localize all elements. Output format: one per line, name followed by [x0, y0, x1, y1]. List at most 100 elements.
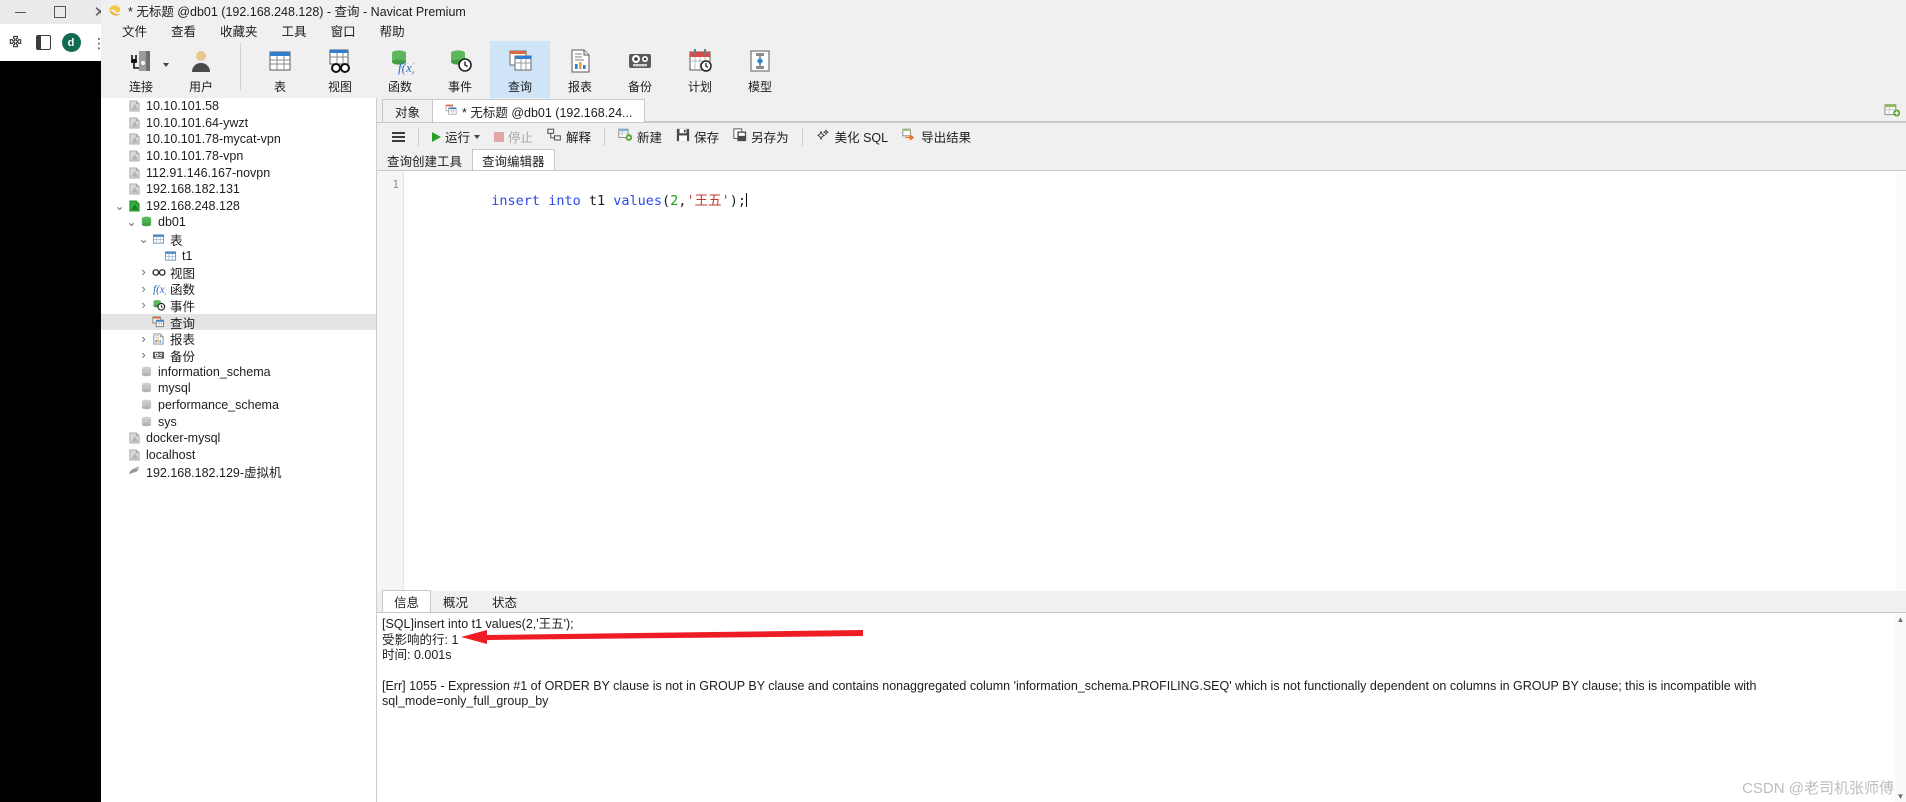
- new-tab-icon[interactable]: [1881, 100, 1903, 120]
- toolbar-button-table[interactable]: 表: [250, 41, 310, 99]
- extensions-puzzle-icon[interactable]: [2, 30, 28, 56]
- toolbar-button-query[interactable]: 查询: [490, 41, 550, 99]
- save-as-button[interactable]: 另存为: [726, 124, 796, 149]
- database-gray-icon: [138, 366, 155, 378]
- chevron-right-icon[interactable]: ›: [137, 265, 150, 278]
- tree-item-[interactable]: ·查询: [101, 313, 376, 331]
- scroll-up-arrow-icon[interactable]: ▲: [1897, 613, 1905, 626]
- tree-item-[interactable]: ›f(x)函数: [101, 281, 376, 298]
- tab-message[interactable]: 信息: [382, 590, 432, 613]
- query-icon: [150, 316, 167, 328]
- chevron-right-icon[interactable]: ›: [137, 298, 150, 311]
- side-panel-icon[interactable]: [30, 30, 56, 56]
- tree-item-[interactable]: › 事件: [101, 297, 376, 314]
- message-log[interactable]: [SQL]insert into t1 values(2,'王五'); 受影响的…: [377, 612, 1906, 802]
- connection-gray-icon: [126, 133, 143, 146]
- tab-query-editor[interactable]: 查询编辑器: [472, 149, 555, 171]
- stop-button[interactable]: 停止: [487, 124, 540, 149]
- chevron-down-icon[interactable]: ⌄: [125, 216, 138, 228]
- export-result-button[interactable]: 导出结果: [895, 124, 978, 149]
- tree-item-sys[interactable]: · sys: [101, 413, 376, 430]
- tree-item-mysql[interactable]: · mysql: [101, 380, 376, 397]
- tree-item-performance_schema[interactable]: · performance_schema: [101, 397, 376, 414]
- toolbar-label-model: 模型: [747, 80, 772, 94]
- tree-item-[interactable]: ⌄ 表: [101, 231, 376, 248]
- chevron-down-icon[interactable]: ⌄: [137, 233, 150, 245]
- tree-item-t1[interactable]: · t1: [101, 247, 376, 264]
- chevron-down-icon[interactable]: ⌄: [113, 200, 126, 212]
- tree-item-localhost[interactable]: · localhost: [101, 446, 376, 463]
- tree-item-10.10.101.58[interactable]: · 10.10.101.58: [101, 98, 376, 115]
- menu-item-tools[interactable]: 工具: [270, 19, 319, 42]
- editor-menu-button[interactable]: [385, 124, 412, 149]
- beautify-label: 美化 SQL: [834, 131, 889, 145]
- editor-gutter: 1: [377, 171, 404, 592]
- tree-item-db01[interactable]: ⌄ db01: [101, 214, 376, 231]
- tree-item-information_schema[interactable]: · information_schema: [101, 364, 376, 381]
- connection-gray-icon: [126, 449, 143, 461]
- editor-scrollbar-vertical[interactable]: [1896, 171, 1906, 592]
- menu-item-help[interactable]: 帮助: [368, 19, 417, 42]
- connection-tree-sidebar[interactable]: · 10.10.101.58 · 10.10.101.64-ywzt · 10.10.10…: [101, 98, 377, 802]
- table-blue-icon: [150, 233, 167, 245]
- tab-profile[interactable]: 概况: [431, 590, 480, 613]
- run-button[interactable]: 运行: [425, 124, 487, 149]
- tree-item-label: performance_schema: [158, 397, 279, 412]
- toolbar-button-view[interactable]: 视图: [310, 41, 370, 99]
- sql-code-line[interactable]: insert into t1 values(2,'王五');: [410, 176, 748, 227]
- tree-item-192.168.248.128[interactable]: ⌄ 192.168.248.128: [101, 198, 376, 215]
- beautify-sql-button[interactable]: 美化 SQL: [809, 124, 896, 149]
- toolbar-button-connection[interactable]: 连接: [111, 41, 171, 99]
- tab-query-builder[interactable]: 查询创建工具: [377, 149, 472, 171]
- menu-item-view[interactable]: 查看: [159, 19, 208, 42]
- scroll-down-arrow-icon[interactable]: ▼: [1897, 790, 1905, 802]
- toolbar-button-function[interactable]: f(x) 函数: [370, 41, 430, 99]
- tree-item-[interactable]: › 报表: [101, 330, 376, 348]
- connection-gray-icon: [126, 432, 143, 444]
- toolbar-button-schedule[interactable]: 计划: [670, 41, 730, 99]
- tree-item-10.10.101.64-ywzt[interactable]: · 10.10.101.64-ywzt: [101, 115, 376, 132]
- save-button[interactable]: 保存: [669, 124, 726, 149]
- toolbar-button-report[interactable]: 报表: [550, 41, 610, 99]
- explain-button[interactable]: 解释: [540, 124, 598, 149]
- menu-item-favorites[interactable]: 收藏夹: [208, 19, 270, 42]
- tree-item-10.10.101.78-vpn[interactable]: · 10.10.101.78-vpn: [101, 148, 376, 165]
- message-scrollbar[interactable]: ▲ ▼: [1895, 613, 1906, 802]
- tree-item-label: mysql: [158, 381, 191, 396]
- toolbar-label-view: 视图: [327, 80, 352, 94]
- toolbar-button-event[interactable]: 事件: [430, 41, 490, 99]
- save-as-icon: [733, 128, 747, 145]
- toolbar-button-user[interactable]: 用户: [171, 41, 231, 99]
- tab-query-document[interactable]: * 无标题 @db01 (192.168.24...: [432, 99, 646, 122]
- tree-item-[interactable]: › 视图: [101, 264, 376, 281]
- tree-item-192.168.182.131[interactable]: · 192.168.182.131: [101, 181, 376, 198]
- tree-item-192.168.182.129-[interactable]: · 192.168.182.129-虚拟机: [101, 463, 376, 480]
- connection-gray-icon: [126, 117, 143, 129]
- toolbar-label-event: 事件: [447, 80, 472, 94]
- profile-avatar[interactable]: d: [58, 30, 84, 56]
- chevron-right-icon[interactable]: ›: [137, 332, 150, 345]
- sql-editor[interactable]: 1 insert into t1 values(2,'王五');: [377, 170, 1906, 592]
- stop-icon: [494, 131, 505, 142]
- menu-item-file[interactable]: 文件: [110, 19, 159, 42]
- tree-item-10.10.101.78-mycat-vpn[interactable]: · 10.10.101.78-mycat-vpn: [101, 131, 376, 148]
- message-error: [Err] 1055 - Expression #1 of ORDER BY c…: [382, 678, 1757, 709]
- function-icon: f(x): [386, 44, 414, 77]
- menu-item-window[interactable]: 窗口: [319, 19, 368, 42]
- tab-status[interactable]: 状态: [480, 590, 529, 613]
- browser-maximize-button[interactable]: [40, 0, 80, 24]
- new-icon: [618, 128, 633, 145]
- chevron-right-icon[interactable]: ›: [137, 282, 150, 295]
- tree-item-[interactable]: › 备份: [101, 347, 376, 364]
- chevron-right-icon[interactable]: ›: [137, 348, 150, 361]
- tree-item-docker-mysql[interactable]: · docker-mysql: [101, 430, 376, 447]
- tab-objects[interactable]: 对象: [382, 99, 434, 122]
- chevron-down-icon[interactable]: [474, 134, 481, 139]
- new-query-button[interactable]: 新建: [611, 124, 669, 149]
- chevron-down-icon[interactable]: [163, 63, 169, 67]
- browser-minimize-button[interactable]: [0, 0, 40, 24]
- tree-item-112.91.146.167-novpn[interactable]: · 112.91.146.167-novpn: [101, 164, 376, 181]
- table-blue-icon: [162, 250, 179, 262]
- toolbar-button-model[interactable]: 模型: [730, 41, 790, 99]
- toolbar-button-backup[interactable]: 备份: [610, 41, 670, 99]
